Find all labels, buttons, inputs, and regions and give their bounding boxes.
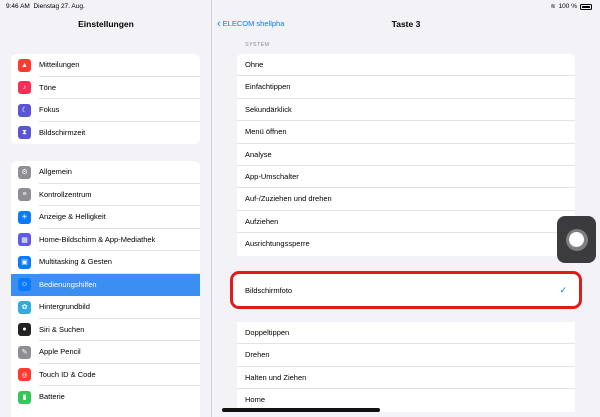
settings-sidebar: Einstellungen ▲ Mitteilungen ♪ Töne ☾ Fokus ⧗ B… [0,0,212,417]
accessibility-icon: ☺ [18,278,31,292]
selected-option-label: Bildschirmfoto [245,285,293,295]
sidebar-item-hintergrundbild[interactable]: ✿ Hintergrundbild [11,296,200,319]
hourglass-icon: ⧗ [18,126,31,140]
sidebar-group-notifications: ▲ Mitteilungen ♪ Töne ☾ Fokus ⧗ Bildschirmzeit [11,54,200,144]
sidebar-item-kontrollzentrum[interactable]: ≡ Kontrollzentrum [11,184,200,206]
option-row[interactable]: Ausrichtungssperre [237,233,575,255]
battery-percentage: 100 % [558,3,577,10]
options-list-bottom: Doppeltippen Drehen Halten und Ziehen Home [237,322,575,412]
option-row[interactable]: Doppeltippen [237,322,575,345]
sidebar-item-batterie[interactable]: ▮ Batterie [11,386,200,409]
sidebar-item-multitasking-gesten[interactable]: ▣ Multitasking & Gesten [11,251,200,274]
sidebar-item-apple-pencil[interactable]: ✎ Apple Pencil [11,341,200,364]
sidebar-item-allgemein[interactable]: ⚙ Allgemein [11,161,200,184]
sidebar-item-siri-suchen[interactable]: ● Siri & Suchen [11,319,200,341]
sidebar-item-bildschirmzeit[interactable]: ⧗ Bildschirmzeit [11,122,200,145]
checkmark-icon: ✓ [559,284,567,295]
page-title: Taste 3 [391,19,421,29]
assistive-touch-ring-icon [565,228,588,251]
sidebar-item-touch-id-code[interactable]: ◎ Touch ID & Code [11,364,200,386]
status-indicators: ≋ 100 % [551,3,592,10]
options-list-top: Ohne Einfachtippen Sekundärklick Menü öffne… [237,54,575,256]
multitasking-icon: ▣ [18,255,31,269]
sidebar-item-anzeige-helligkeit[interactable]: ☀ Anzeige & Helligkeit [11,206,200,229]
fingerprint-icon: ◎ [18,368,31,382]
sidebar-item-label: Töne [39,77,200,99]
sidebar-item-label: Kontrollzentrum [39,184,200,206]
gear-icon: ⚙ [18,165,31,179]
option-row[interactable]: Drehen [237,344,575,367]
status-bar: 9:46 AM Dienstag 27. Aug. ≋ 100 % [0,0,600,12]
option-row[interactable]: Aufziehen [237,211,575,234]
sidebar-item-label: Hintergrundbild [39,296,200,319]
status-time: 9:46 AM Dienstag 27. Aug. [6,3,85,10]
sidebar-item-label: Mitteilungen [39,54,200,77]
sidebar-item-label: Fokus [39,99,200,122]
assistive-touch-button[interactable] [557,216,596,263]
sidebar-item-töne[interactable]: ♪ Töne [11,77,200,99]
sidebar-item-label: Siri & Suchen [39,319,200,341]
sidebar-item-home-bildschirm-app-mediathek[interactable]: ▦ Home-Bildschirm & App-Mediathek [11,229,200,251]
option-row[interactable]: Einfachtippen [237,76,575,99]
speaker-icon: ♪ [18,81,31,95]
option-row[interactable]: Auf-/Zuziehen und drehen [237,188,575,211]
option-row[interactable]: Ohne [237,54,575,77]
sidebar-item-label: Touch ID & Code [39,364,200,386]
selected-option-highlight[interactable]: Bildschirmfoto ✓ [230,271,582,309]
sidebar-item-label: Bedienungshilfen [39,274,200,296]
sidebar-item-fokus[interactable]: ☾ Fokus [11,99,200,122]
sidebar-item-label: Batterie [39,392,65,401]
sidebar-item-label: Allgemein [39,161,200,184]
option-row[interactable]: Menü öffnen [237,121,575,144]
sidebar-group-general: ⚙ Allgemein ≡ Kontrollzentrum ☀ Anzeige & Hel… [11,161,200,417]
moon-icon: ☾ [18,103,31,117]
option-row[interactable]: Halten und Ziehen [237,367,575,390]
flower-icon: ✿ [18,300,31,314]
sidebar-item-label: Apple Pencil [39,341,200,364]
battery-icon [580,3,592,10]
section-header-system: SYSTEM [245,42,270,48]
sidebar-title: Einstellungen [78,19,134,29]
home-indicator[interactable] [222,408,380,412]
wifi-icon: ≋ [550,4,556,10]
option-row[interactable]: Sekundärklick [237,99,575,122]
switches-icon: ≡ [18,188,31,202]
siri-icon: ● [18,323,31,337]
sun-icon: ☀ [18,210,31,224]
battery-icon: ▮ [18,390,31,404]
grid-icon: ▦ [18,233,31,247]
sidebar-item-label: Anzeige & Helligkeit [39,206,200,229]
detail-pane: ‹ ELECOM shellpha Taste 3 SYSTEM Ohne Ein… [212,0,600,417]
sidebar-item-label: Home-Bildschirm & App-Mediathek [39,229,200,251]
option-row[interactable]: Analyse [237,144,575,166]
sidebar-item-bedienungshilfen[interactable]: ☺ Bedienungshilfen [11,273,200,296]
sidebar-item-mitteilungen[interactable]: ▲ Mitteilungen [11,54,200,77]
bell-icon: ▲ [18,58,31,72]
sidebar-item-label: Bildschirmzeit [39,127,86,137]
sidebar-item-label: Multitasking & Gesten [39,251,200,274]
pencil-icon: ✎ [18,345,31,359]
option-row[interactable]: App-Umschalter [237,166,575,189]
